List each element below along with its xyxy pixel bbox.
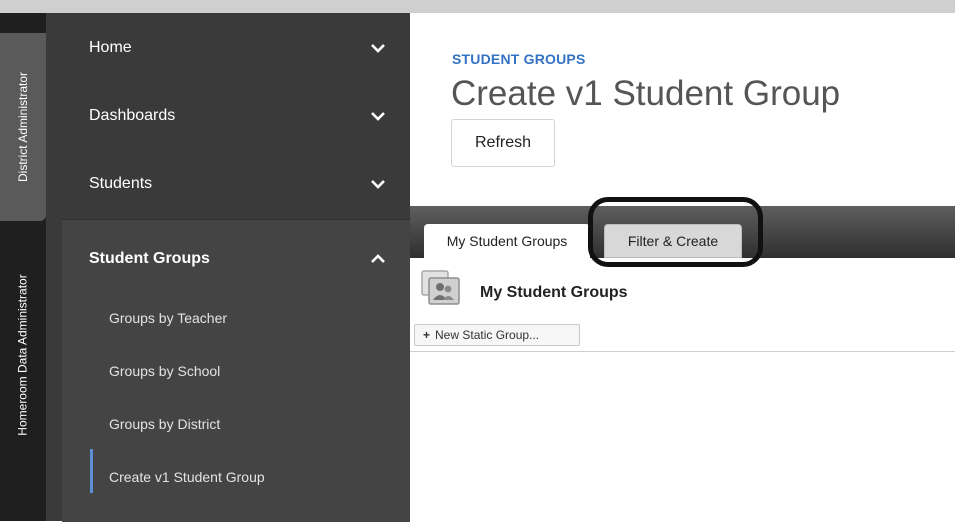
refresh-button[interactable]: Refresh (451, 119, 555, 167)
sidebar-subitem-create-v1-student-group[interactable]: Create v1 Student Group (109, 469, 265, 485)
sidebar-item-label: Dashboards (89, 107, 176, 124)
sidebar-group-student-groups: Student Groups Groups by Teacher Groups … (62, 219, 410, 522)
role-rail: District Administrator Homeroom Data Adm… (0, 13, 46, 521)
role-tab-label: District Administrator (16, 71, 30, 183)
sidebar-item-label: Home (89, 39, 132, 56)
sidebar-item-dashboards[interactable]: Dashboards (46, 82, 410, 150)
chevron-down-icon (371, 180, 385, 189)
section-title: My Student Groups (480, 284, 628, 301)
selected-indicator (90, 449, 93, 493)
sidebar-item-label: Students (89, 175, 153, 192)
sidebar-subitem-groups-by-school[interactable]: Groups by School (109, 363, 220, 379)
sidebar-item-home[interactable]: Home (46, 14, 410, 82)
new-static-group-button[interactable]: + New Static Group... (414, 324, 580, 346)
role-tab-label: Homeroom Data Administrator (16, 274, 31, 436)
breadcrumb[interactable]: STUDENT GROUPS (452, 51, 585, 67)
plus-icon: + (423, 328, 431, 342)
sidebar-nav: Home Dashboards Students Student Groups … (46, 13, 410, 522)
chevron-down-icon (371, 44, 385, 53)
top-bar (0, 0, 955, 13)
sidebar-subitem-groups-by-district[interactable]: Groups by District (109, 416, 220, 432)
highlight-annotation (588, 197, 763, 267)
sidebar-item-students[interactable]: Students (46, 150, 410, 218)
group-icon (421, 270, 460, 305)
role-tab-district-administrator[interactable]: District Administrator (0, 33, 46, 221)
chevron-down-icon (371, 112, 385, 121)
new-static-group-label: New Static Group... (435, 328, 540, 342)
sidebar-group-header[interactable]: Student Groups (89, 250, 210, 268)
tab-my-student-groups[interactable]: My Student Groups (424, 224, 590, 258)
page-title: Create v1 Student Group (451, 74, 841, 113)
role-tab-homeroom-data-administrator[interactable]: Homeroom Data Administrator (0, 235, 46, 475)
sidebar-subitem-groups-by-teacher[interactable]: Groups by Teacher (109, 310, 227, 326)
divider (410, 351, 955, 352)
chevron-up-icon[interactable] (370, 251, 386, 267)
